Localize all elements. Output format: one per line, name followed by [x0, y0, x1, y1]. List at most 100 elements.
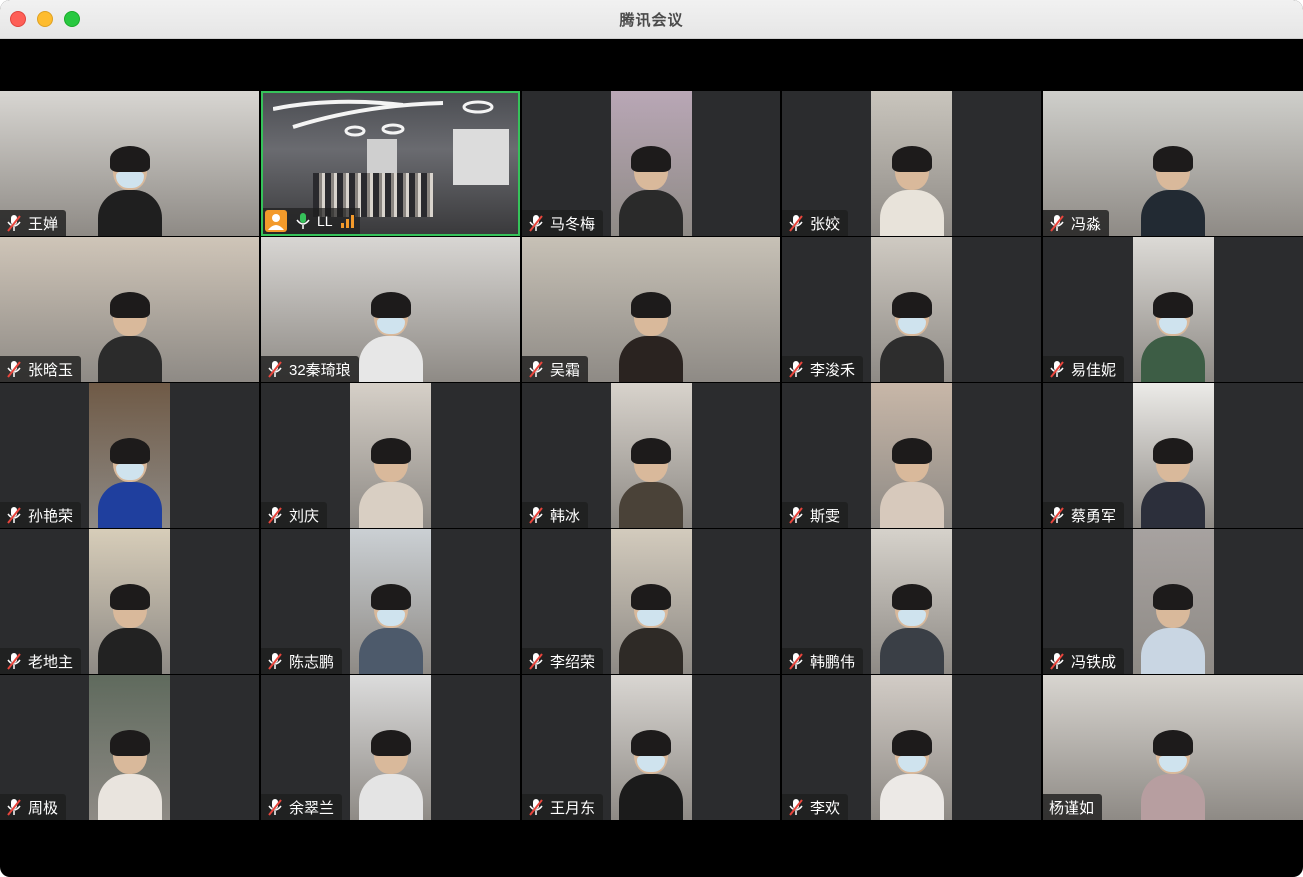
- mic-muted-icon: [789, 799, 803, 816]
- participant-tile[interactable]: 杨谨如: [1043, 675, 1303, 820]
- participant-tile[interactable]: 陈志鹏: [261, 529, 520, 674]
- participant-tile[interactable]: 李欢: [782, 675, 1041, 820]
- participant-tile[interactable]: 李绍荣: [522, 529, 780, 674]
- participant-name: 张晗玉: [28, 361, 74, 379]
- participant-name: 刘庆: [289, 507, 320, 525]
- participant-name: 杨谨如: [1049, 799, 1095, 817]
- mic-muted-icon: [529, 361, 543, 378]
- participant-name-label: 斯雯: [782, 502, 849, 528]
- participant-tile[interactable]: 韩冰: [522, 383, 780, 528]
- participant-tile[interactable]: 吴霜: [522, 237, 780, 382]
- participant-name-label: 32秦琦琅: [261, 356, 359, 382]
- participant-video: [610, 91, 692, 236]
- participant-name-label: 余翠兰: [261, 794, 343, 820]
- participant-tile[interactable]: 孙艳荣: [0, 383, 259, 528]
- participant-name-label: 王婵: [0, 210, 67, 236]
- participant-name-label: 张晗玉: [0, 356, 82, 382]
- participant-figure: [1141, 584, 1205, 674]
- participant-name-label: 孙艳荣: [0, 502, 82, 528]
- participant-figure: [879, 146, 944, 236]
- participant-figure: [97, 730, 162, 820]
- participant-figure: [97, 584, 162, 674]
- mic-muted-icon: [1050, 653, 1064, 670]
- participant-video: [610, 383, 692, 528]
- participant-tile[interactable]: 马冬梅: [522, 91, 780, 236]
- participant-name: 冯淼: [1071, 215, 1102, 233]
- participant-figure: [619, 292, 683, 382]
- participant-video: [89, 383, 170, 528]
- participant-name-label: 韩冰: [522, 502, 589, 528]
- participant-tile[interactable]: 韩鹏伟: [782, 529, 1041, 674]
- participant-figure: [879, 584, 944, 674]
- participant-tile[interactable]: 余翠兰: [261, 675, 520, 820]
- participant-name: 陈志鹏: [289, 653, 335, 671]
- participant-tile[interactable]: 王月东: [522, 675, 780, 820]
- participant-name: 孙艳荣: [28, 507, 74, 525]
- projector-screen: [453, 129, 509, 185]
- participant-name-label: 冯铁成: [1043, 648, 1125, 674]
- participant-tile[interactable]: 冯铁成: [1043, 529, 1303, 674]
- participant-tile[interactable]: 32秦琦琅: [261, 237, 520, 382]
- mic-muted-icon: [1050, 507, 1064, 524]
- participant-name: 32秦琦琅: [289, 361, 351, 379]
- participant-tile[interactable]: 周极: [0, 675, 259, 820]
- participant-tile[interactable]: 张晗玉: [0, 237, 259, 382]
- participant-tile[interactable]: 王婵: [0, 91, 259, 236]
- participant-video: [350, 383, 431, 528]
- participant-figure: [619, 146, 683, 236]
- participant-name-label: 冯淼: [1043, 210, 1110, 236]
- participant-figure: [97, 146, 162, 236]
- participant-tile[interactable]: 易佳妮: [1043, 237, 1303, 382]
- participant-tile[interactable]: 刘庆: [261, 383, 520, 528]
- participant-name: 韩鹏伟: [810, 653, 856, 671]
- participant-video: [89, 675, 170, 820]
- participant-name: 斯雯: [810, 507, 841, 525]
- participant-video: [610, 529, 692, 674]
- participant-figure: [97, 438, 162, 528]
- participant-video: [871, 91, 952, 236]
- meeting-window: 腾讯会议 LL 王婵 马冬梅 张姣 冯淼 张晗玉 32秦琦琅 吴霜 李浚禾 易佳…: [0, 0, 1303, 877]
- video-grid: LL 王婵 马冬梅 张姣 冯淼张晗玉 32秦琦琅 吴霜 李浚禾 易佳妮孙艳荣 刘庆 韩冰 斯雯 蔡勇军…: [0, 91, 1303, 823]
- mic-muted-icon: [268, 507, 282, 524]
- participant-name: 吴霜: [550, 361, 581, 379]
- participant-name: 张姣: [810, 215, 841, 233]
- participant-video: [871, 383, 952, 528]
- participant-tile[interactable]: 张姣: [782, 91, 1041, 236]
- mic-muted-icon: [529, 215, 543, 232]
- mic-muted-icon: [789, 653, 803, 670]
- participant-figure: [879, 438, 944, 528]
- participant-figure: [619, 730, 683, 820]
- mic-muted-icon: [268, 361, 282, 378]
- participant-figure: [619, 584, 683, 674]
- participant-figure: [879, 292, 944, 382]
- person-icon: [265, 210, 287, 232]
- participant-video: [871, 675, 952, 820]
- participant-tile[interactable]: 老地主: [0, 529, 259, 674]
- mic-active-icon: [296, 213, 310, 229]
- self-video-tile[interactable]: LL: [261, 91, 520, 236]
- participant-figure: [358, 584, 423, 674]
- participant-tile[interactable]: 李浚禾: [782, 237, 1041, 382]
- mic-muted-icon: [529, 653, 543, 670]
- mic-muted-icon: [268, 799, 282, 816]
- participant-tile[interactable]: 冯淼: [1043, 91, 1303, 236]
- signal-strength-icon: [340, 214, 354, 228]
- participant-tile[interactable]: 蔡勇军: [1043, 383, 1303, 528]
- participant-name-label: 蔡勇军: [1043, 502, 1125, 528]
- participant-name-label: 韩鹏伟: [782, 648, 864, 674]
- participant-name: 马冬梅: [550, 215, 596, 233]
- participant-figure: [619, 438, 683, 528]
- participant-name: 周极: [28, 799, 59, 817]
- participant-tile[interactable]: 斯雯: [782, 383, 1041, 528]
- participant-figure: [358, 292, 423, 382]
- participant-name: 李绍荣: [550, 653, 596, 671]
- participant-name-label: 张姣: [782, 210, 849, 236]
- mic-muted-icon: [789, 215, 803, 232]
- participant-name-label: 王月东: [522, 794, 604, 820]
- participant-name-label: 吴霜: [522, 356, 589, 382]
- participant-video: [350, 529, 431, 674]
- mic-muted-icon: [529, 799, 543, 816]
- participant-video: [1132, 237, 1214, 382]
- mic-muted-icon: [529, 507, 543, 524]
- participant-name-label: 李欢: [782, 794, 849, 820]
